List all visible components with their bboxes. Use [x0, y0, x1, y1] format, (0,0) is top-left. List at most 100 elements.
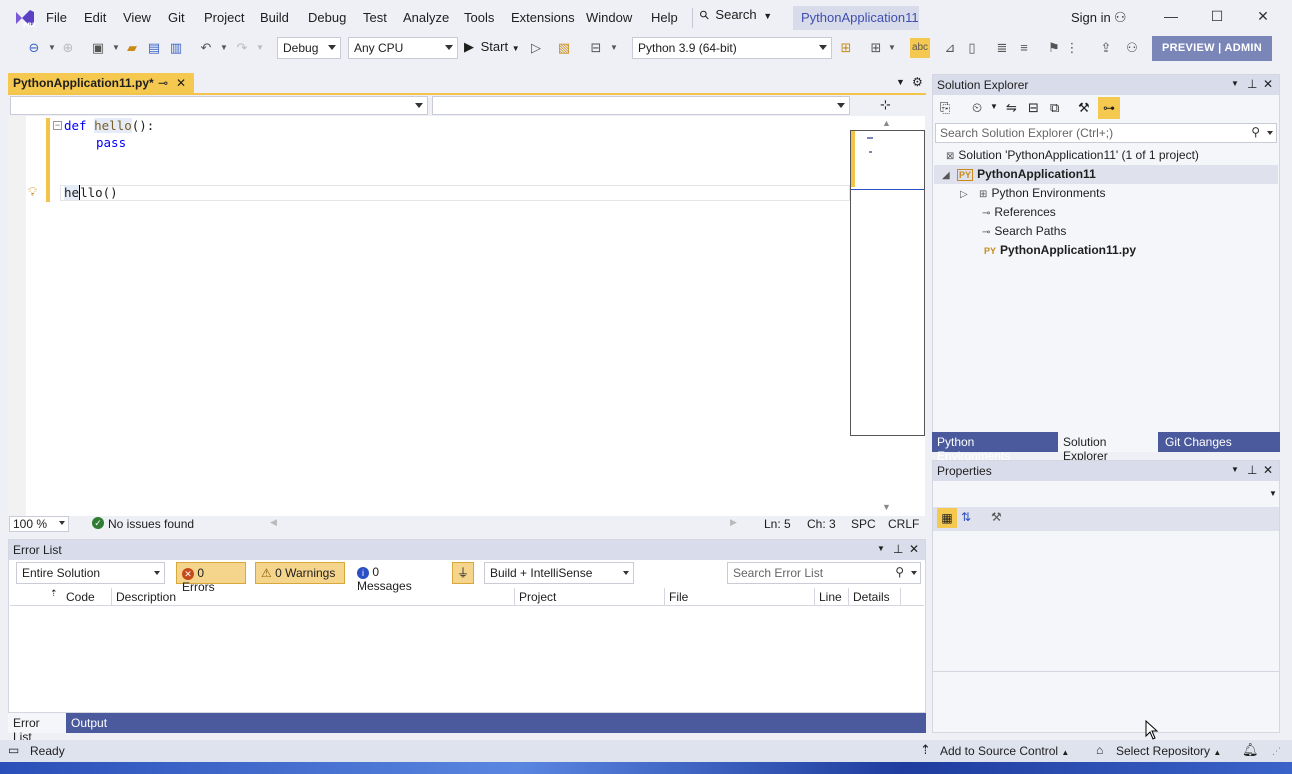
- whitespace-status[interactable]: SPC: [851, 517, 876, 531]
- menu-tools[interactable]: Tools: [464, 10, 494, 25]
- indent-icon[interactable]: ≡: [1016, 40, 1032, 56]
- bookmark-icon[interactable]: ⚑: [1046, 40, 1062, 56]
- column-code[interactable]: Code: [62, 588, 112, 606]
- line-number-status[interactable]: Ln: 5: [764, 517, 791, 531]
- undo-dropdown-icon[interactable]: ▼: [216, 40, 232, 56]
- layout-dropdown-icon[interactable]: ▼: [606, 40, 622, 56]
- close-icon[interactable]: ✕: [176, 76, 186, 90]
- column-description[interactable]: Description: [112, 588, 515, 606]
- tab-overflow-icon[interactable]: ▼: [896, 77, 905, 87]
- menu-extensions[interactable]: Extensions: [511, 10, 575, 25]
- menu-debug[interactable]: Debug: [308, 10, 346, 25]
- menu-project[interactable]: Project: [204, 10, 244, 25]
- new-project-icon[interactable]: ▣: [90, 40, 106, 56]
- collapse-all-icon[interactable]: ⊟: [1028, 100, 1039, 116]
- column-line[interactable]: Line: [815, 588, 849, 606]
- zoom-select[interactable]: 100 %: [9, 516, 69, 532]
- tree-item-project[interactable]: ◢ PY PythonApplication11: [942, 167, 1096, 181]
- back-dropdown-icon[interactable]: ▼: [44, 40, 60, 56]
- issues-status[interactable]: No issues found: [108, 517, 194, 531]
- errors-filter-button[interactable]: ✕ 0 Errors: [176, 562, 246, 594]
- select-repository-button[interactable]: Select Repository ▲: [1116, 744, 1221, 758]
- column-number-status[interactable]: Ch: 3: [807, 517, 836, 531]
- undo-icon[interactable]: ↶: [198, 40, 214, 56]
- code-editor[interactable]: − 💡︎ def hello(): pass hello(): [8, 116, 850, 516]
- type-navigation-select[interactable]: [10, 96, 428, 115]
- back-icon[interactable]: ⊖: [26, 40, 42, 56]
- tab-pythonapplication11-py[interactable]: PythonApplication11.py* ⊸ ✕: [8, 73, 194, 93]
- search-button[interactable]: ⚲ Search ▼: [696, 7, 780, 29]
- save-all-icon[interactable]: ▥: [168, 40, 184, 56]
- tab-error-list[interactable]: Error List: [8, 713, 66, 744]
- menu-edit[interactable]: Edit: [84, 10, 106, 25]
- minimize-button[interactable]: —: [1156, 8, 1186, 28]
- scroll-left-icon[interactable]: ◀: [270, 517, 277, 528]
- sync-icon[interactable]: ⇋: [1006, 100, 1017, 116]
- menu-git[interactable]: Git: [168, 10, 185, 25]
- account-feedback-icon[interactable]: ⚇: [1114, 9, 1127, 26]
- redo-dropdown-icon[interactable]: ▼: [252, 40, 268, 56]
- browse-with-icon[interactable]: ▧: [556, 40, 572, 56]
- window-layout-dropdown-icon[interactable]: ▼: [884, 40, 900, 56]
- pin-icon[interactable]: ⊥: [1247, 77, 1257, 91]
- code-minimap[interactable]: [850, 130, 925, 436]
- start-without-debugging-icon[interactable]: ▷: [528, 40, 544, 56]
- python-environment-select[interactable]: Python 3.9 (64-bit): [632, 37, 832, 59]
- preview-selected-icon[interactable]: ⊶: [1098, 97, 1120, 119]
- messages-filter-button[interactable]: i 0 Messages: [352, 562, 442, 593]
- tab-output[interactable]: Output: [66, 713, 116, 733]
- property-pages-icon[interactable]: ⚒: [991, 510, 1002, 524]
- resize-grip-icon[interactable]: ⋰: [1272, 746, 1281, 757]
- notifications-bell-icon[interactable]: 🔔︎: [1242, 742, 1259, 758]
- forward-icon[interactable]: ⊕: [60, 40, 76, 56]
- wrench-icon[interactable]: ⚒: [1078, 100, 1090, 116]
- more-icon[interactable]: ⋮: [1064, 40, 1080, 56]
- save-icon[interactable]: ▤: [146, 40, 162, 56]
- chevron-down-icon[interactable]: ▼: [1231, 79, 1239, 88]
- history-icon[interactable]: ⏲: [972, 100, 982, 116]
- window-layout-icon[interactable]: ⊞: [868, 40, 884, 56]
- layout-icon[interactable]: ⊟: [588, 40, 604, 56]
- scroll-down-icon[interactable]: ▼: [882, 502, 891, 512]
- outdent-icon[interactable]: ≣: [994, 40, 1010, 56]
- breakpoint-icon[interactable]: ▯: [964, 40, 980, 56]
- filter-icon[interactable]: ⏚: [452, 562, 474, 584]
- member-navigation-select[interactable]: [432, 96, 850, 115]
- tree-item-references[interactable]: ⊸ References: [982, 205, 1056, 219]
- preview-admin-badge[interactable]: PREVIEW | ADMIN: [1152, 36, 1272, 61]
- start-button[interactable]: ▶ Start ▼: [464, 39, 520, 57]
- tree-item-python-file[interactable]: PY PythonApplication11.py: [984, 243, 1136, 257]
- menu-analyze[interactable]: Analyze: [403, 10, 449, 25]
- menu-build[interactable]: Build: [260, 10, 289, 25]
- chevron-down-icon[interactable]: ▼: [990, 102, 998, 111]
- configuration-select[interactable]: Debug: [277, 37, 341, 59]
- pin-icon[interactable]: ⊥: [1247, 463, 1257, 477]
- lightbulb-icon[interactable]: 💡︎: [28, 184, 37, 200]
- menu-view[interactable]: View: [123, 10, 151, 25]
- chevron-down-icon[interactable]: ▼: [877, 544, 885, 553]
- warnings-filter-button[interactable]: ⚠ 0 Warnings: [255, 562, 345, 584]
- object-selector-chevron-icon[interactable]: ▼: [1269, 489, 1277, 498]
- menu-file[interactable]: File: [46, 10, 67, 25]
- alphabetical-icon[interactable]: ⇅: [961, 510, 971, 524]
- close-window-button[interactable]: ✕: [1248, 8, 1278, 28]
- menu-test[interactable]: Test: [363, 10, 387, 25]
- error-scope-select[interactable]: Entire Solution: [16, 562, 165, 584]
- menu-window[interactable]: Window: [586, 10, 632, 25]
- scroll-up-icon[interactable]: ▲: [882, 118, 891, 128]
- show-all-files-icon[interactable]: ⧉: [1050, 100, 1059, 116]
- tree-item-search-paths[interactable]: ⊸ Search Paths: [982, 224, 1066, 238]
- close-icon[interactable]: ✕: [1263, 77, 1273, 91]
- chevron-down-icon[interactable]: ▼: [1231, 465, 1239, 474]
- platform-select[interactable]: Any CPU: [348, 37, 458, 59]
- new-dropdown-icon[interactable]: ▼: [108, 40, 124, 56]
- column-project[interactable]: Project: [515, 588, 665, 606]
- menu-help[interactable]: Help: [651, 10, 678, 25]
- share-icon[interactable]: ⇪: [1098, 40, 1114, 56]
- error-search-input[interactable]: Search Error List ⚲: [727, 562, 921, 584]
- tab-solution-explorer[interactable]: Solution Explorer: [1058, 432, 1158, 463]
- redo-icon[interactable]: ↷: [234, 40, 250, 56]
- solution-search-input[interactable]: Search Solution Explorer (Ctrl+;) ⚲: [935, 123, 1277, 143]
- sign-in-link[interactable]: Sign in: [1071, 10, 1111, 25]
- close-icon[interactable]: ✕: [909, 542, 919, 556]
